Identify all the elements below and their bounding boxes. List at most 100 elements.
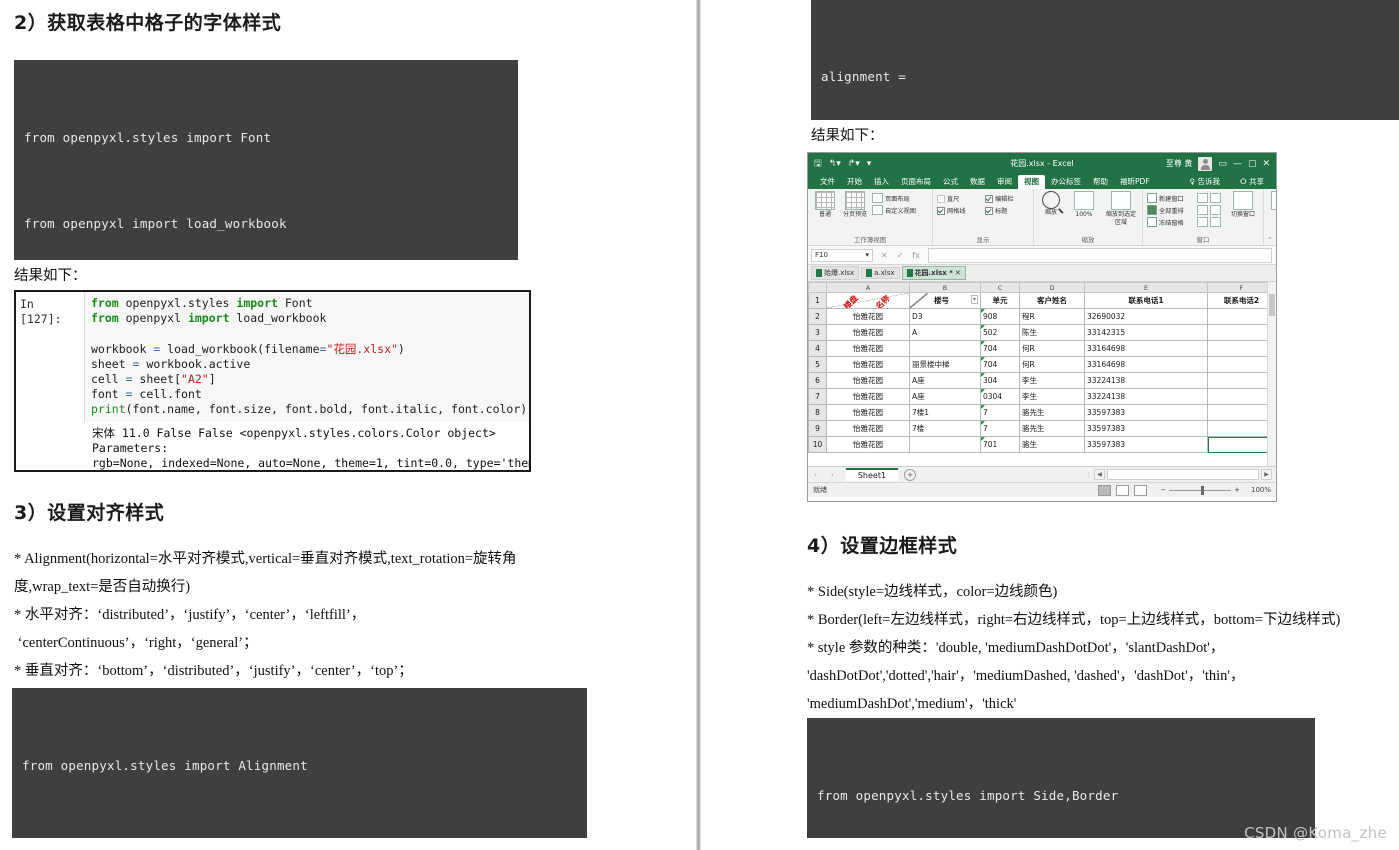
- row-header[interactable]: 1: [808, 292, 827, 309]
- row-header[interactable]: 7: [808, 388, 827, 405]
- cell-building[interactable]: 7楼: [909, 420, 981, 437]
- ribbon-button-hide[interactable]: [1197, 205, 1223, 215]
- row-header[interactable]: 9: [808, 420, 827, 437]
- cell-unit[interactable]: 7: [980, 420, 1020, 437]
- cell-unit[interactable]: 908: [980, 308, 1020, 325]
- cell-customer[interactable]: 骆先生: [1019, 404, 1085, 421]
- avatar[interactable]: [1198, 156, 1213, 171]
- cell-building[interactable]: D3: [909, 308, 981, 325]
- column-header-c[interactable]: C: [980, 282, 1020, 293]
- zoom-level[interactable]: 100%: [1251, 486, 1271, 494]
- cell-phone1[interactable]: 33597383: [1084, 420, 1208, 437]
- cell-customer[interactable]: 李生: [1019, 388, 1085, 405]
- cell-customer[interactable]: 程R: [1019, 308, 1085, 325]
- cell-phone2[interactable]: [1207, 420, 1276, 437]
- cell-unit[interactable]: 704: [980, 356, 1020, 373]
- cell-customer[interactable]: 何R: [1019, 340, 1085, 357]
- cell-building[interactable]: [909, 340, 981, 357]
- cell-phone1[interactable]: 32690032: [1084, 308, 1208, 325]
- cell-customer[interactable]: 骆先生: [1019, 420, 1085, 437]
- row-header[interactable]: 8: [808, 404, 827, 421]
- cell-phone1[interactable]: 33597383: [1084, 436, 1208, 453]
- ribbon-tab-data[interactable]: 数据: [964, 175, 991, 189]
- column-header-d[interactable]: D: [1019, 282, 1085, 293]
- customize-qat-icon[interactable]: ▾: [867, 159, 872, 169]
- checkbox-gridlines[interactable]: 网格线: [937, 206, 981, 215]
- table-row[interactable]: 5 怡雅花园 丽景楼中梯 704 何R 33164698: [808, 356, 1276, 373]
- ribbon-button-new-window[interactable]: 新建窗口: [1147, 193, 1193, 203]
- cell-phone1[interactable]: 33142315: [1084, 324, 1208, 341]
- cell-phone2[interactable]: [1207, 324, 1276, 341]
- ribbon-tab-file[interactable]: 文件: [814, 175, 841, 189]
- ribbon-button-freeze-panes[interactable]: 冻结窗格: [1147, 217, 1193, 227]
- close-button[interactable]: ✕: [1262, 159, 1270, 169]
- row-header[interactable]: 10: [808, 436, 827, 453]
- tell-me-button[interactable]: ♀ 告诉我: [1184, 175, 1226, 189]
- ribbon-tab-foxit-pdf[interactable]: 福昕PDF: [1114, 175, 1156, 189]
- close-icon[interactable]: ✕: [955, 269, 961, 277]
- cell-phone1[interactable]: 33164698: [1084, 340, 1208, 357]
- cell-phone2[interactable]: [1207, 308, 1276, 325]
- filter-dropdown-icon[interactable]: ▾: [970, 295, 978, 304]
- column-header-a[interactable]: A: [826, 282, 910, 293]
- table-row[interactable]: 6 怡雅花园 A座 304 李生 33224138: [808, 372, 1276, 389]
- excel-ribbon-tab-bar[interactable]: 文件 开始 插入 页面布局 公式 数据 审阅 视图 办公标签 帮助 福昕PDF …: [808, 174, 1276, 189]
- cell-phone1[interactable]: 33224138: [1084, 388, 1208, 405]
- share-button[interactable]: ⵔ 共享: [1234, 175, 1270, 189]
- cell-building[interactable]: A座: [909, 372, 981, 389]
- cell-customer[interactable]: 陈生: [1019, 324, 1085, 341]
- cell-phone2[interactable]: [1207, 388, 1276, 405]
- ribbon-button-macros[interactable]: 宏: [1268, 191, 1276, 219]
- vertical-scrollbar[interactable]: [1267, 282, 1276, 466]
- excel-document-tab-bar[interactable]: 始爆.xlsx a.xlsx 花园.xlsx * ✕: [808, 265, 1276, 282]
- scrollbar-thumb[interactable]: [1269, 294, 1275, 316]
- page-break-view-button[interactable]: [1134, 484, 1148, 496]
- ribbon-button-zoom-to-selection[interactable]: 缩放到选定区域: [1104, 191, 1138, 226]
- zoom-track[interactable]: [1169, 485, 1232, 495]
- column-header-b[interactable]: B: [909, 282, 981, 293]
- cell-building[interactable]: A: [909, 324, 981, 341]
- cell-b1[interactable]: 楼号 ▾: [909, 292, 981, 309]
- cell-phone1[interactable]: 33164698: [1084, 356, 1208, 373]
- ribbon-button-split[interactable]: [1197, 193, 1223, 203]
- column-header-f[interactable]: F: [1207, 282, 1276, 293]
- insert-function-icon[interactable]: fx: [912, 251, 920, 260]
- cell-customer[interactable]: 何R: [1019, 356, 1085, 373]
- ribbon-button-arrange-all[interactable]: 全部重排: [1147, 205, 1193, 215]
- checkbox-ruler[interactable]: 直尺: [937, 194, 981, 203]
- cell-phone2[interactable]: [1207, 404, 1276, 421]
- table-row[interactable]: 10 怡雅花园 701 骆生 33597383: [808, 436, 1276, 453]
- normal-view-button[interactable]: [1098, 484, 1112, 496]
- spreadsheet-table[interactable]: A B C D E F 1 楼盘 名称 楼号 ▾ 单元 客户姓名 联系电话1 联…: [808, 282, 1276, 453]
- jupyter-input-area[interactable]: from openpyxl.styles import Font from op…: [84, 292, 529, 422]
- ribbon-button-page-layout-view[interactable]: 页面布局: [872, 193, 928, 203]
- horizontal-scrollbar[interactable]: [1107, 469, 1259, 480]
- minimize-button[interactable]: —: [1233, 159, 1242, 169]
- cell-estate[interactable]: 怡雅花园: [826, 436, 910, 453]
- horizontal-scroll-area[interactable]: ⋮ ◀ ▶: [1085, 469, 1276, 480]
- maximize-button[interactable]: ▢: [1248, 159, 1257, 169]
- ribbon-tab-insert[interactable]: 插入: [868, 175, 895, 189]
- zoom-out-button[interactable]: −: [1160, 486, 1166, 494]
- name-box[interactable]: F10 ▾: [811, 248, 873, 262]
- chevron-down-icon[interactable]: ▾: [865, 251, 869, 259]
- ribbon-button-unhide[interactable]: [1197, 217, 1223, 227]
- cell-d1[interactable]: 客户姓名: [1019, 292, 1085, 309]
- document-tab-huayuan[interactable]: 花园.xlsx * ✕: [901, 266, 966, 280]
- cell-building[interactable]: 丽景楼中梯: [909, 356, 981, 373]
- cell-customer[interactable]: 骆生: [1019, 436, 1085, 453]
- cell-phone1[interactable]: 33224138: [1084, 372, 1208, 389]
- ribbon-button-normal-view[interactable]: 普通: [812, 191, 838, 219]
- confirm-formula-icon[interactable]: ✓: [897, 251, 904, 260]
- cell-phone2[interactable]: [1207, 340, 1276, 357]
- cell-f1[interactable]: 联系电话2: [1207, 292, 1276, 309]
- row-header[interactable]: 5: [808, 356, 827, 373]
- cell-estate[interactable]: 怡雅花园: [826, 308, 910, 325]
- column-header-e[interactable]: E: [1084, 282, 1208, 293]
- table-row[interactable]: 9 怡雅花园 7楼 7 骆先生 33597383: [808, 420, 1276, 437]
- cell-phone1[interactable]: 33597383: [1084, 404, 1208, 421]
- cell-unit[interactable]: 502: [980, 324, 1020, 341]
- cell-building[interactable]: A座: [909, 388, 981, 405]
- quick-access-toolbar[interactable]: 🖫 ↰▾ ↱▾ ▾: [808, 156, 871, 172]
- page-layout-view-button[interactable]: [1116, 484, 1130, 496]
